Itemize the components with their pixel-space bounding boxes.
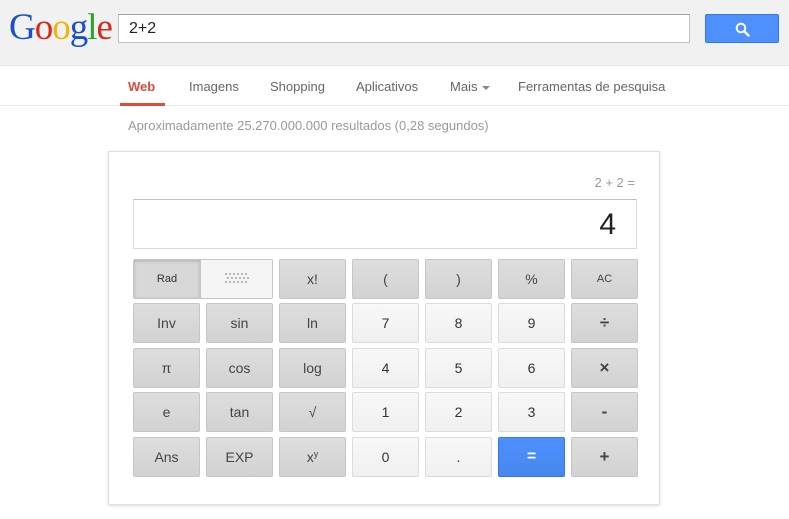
pi-button[interactable]: π xyxy=(133,348,200,388)
percent-button[interactable]: % xyxy=(498,259,565,299)
calculator-card: 2 + 2 = 4 Rad x! ( ) % AC Inv sin ln 7 8… xyxy=(108,151,660,505)
logo-letter: l xyxy=(87,7,97,48)
logo-letter: e xyxy=(96,7,113,48)
digit-8-button[interactable]: 8 xyxy=(425,303,492,343)
divide-button[interactable]: ÷ xyxy=(571,303,638,343)
search-nav: Web Imagens Shopping Aplicativos Mais Fe… xyxy=(0,66,789,106)
subtract-button[interactable]: - xyxy=(571,392,638,432)
nav-tab-web[interactable]: Web xyxy=(128,79,155,94)
exp-button[interactable]: EXP xyxy=(206,437,273,477)
log-button[interactable]: log xyxy=(279,348,346,388)
digit-3-button[interactable]: 3 xyxy=(498,392,565,432)
active-tab-indicator xyxy=(120,103,165,106)
nav-tab-apps[interactable]: Aplicativos xyxy=(356,79,418,94)
google-logo[interactable]: Google xyxy=(9,7,113,48)
cos-button[interactable]: cos xyxy=(206,348,273,388)
deg-mode-button[interactable] xyxy=(201,260,272,298)
factorial-button[interactable]: x! xyxy=(279,259,346,299)
decimal-button[interactable]: . xyxy=(425,437,492,477)
digit-5-button[interactable]: 5 xyxy=(425,348,492,388)
all-clear-button[interactable]: AC xyxy=(571,259,638,299)
angle-mode-toggle[interactable]: Rad xyxy=(133,259,273,299)
logo-letter: g xyxy=(69,7,88,48)
dotted-grid-icon xyxy=(224,273,249,283)
search-input[interactable]: 2+2 xyxy=(118,14,690,43)
digit-7-button[interactable]: 7 xyxy=(352,303,419,343)
nav-tab-shopping[interactable]: Shopping xyxy=(270,79,325,94)
rad-mode-button[interactable]: Rad xyxy=(134,260,201,298)
calculator-display: 4 xyxy=(133,199,637,249)
nav-tab-images[interactable]: Imagens xyxy=(189,79,239,94)
nav-tab-more[interactable]: Mais xyxy=(450,79,491,94)
answer-button[interactable]: Ans xyxy=(133,437,200,477)
header-bar: Google 2+2 xyxy=(0,0,789,66)
right-paren-button[interactable]: ) xyxy=(425,259,492,299)
calculator-expression: 2 + 2 = xyxy=(594,175,635,190)
digit-0-button[interactable]: 0 xyxy=(352,437,419,477)
search-button[interactable] xyxy=(705,14,779,43)
caret-down-icon xyxy=(482,85,491,90)
nav-search-tools[interactable]: Ferramentas de pesquisa xyxy=(518,79,665,94)
inverse-button[interactable]: Inv xyxy=(133,303,200,343)
power-base: x xyxy=(306,449,314,465)
euler-button[interactable]: e xyxy=(133,392,200,432)
power-exponent: y xyxy=(313,449,319,459)
tan-button[interactable]: tan xyxy=(206,392,273,432)
left-paren-button[interactable]: ( xyxy=(352,259,419,299)
sin-button[interactable]: sin xyxy=(206,303,273,343)
logo-letter: o xyxy=(52,7,70,48)
magnifier-icon xyxy=(735,22,750,37)
digit-4-button[interactable]: 4 xyxy=(352,348,419,388)
nav-tab-more-label: Mais xyxy=(450,79,478,94)
sqrt-button[interactable]: √ xyxy=(279,392,346,432)
result-stats: Aproximadamente 25.270.000.000 resultado… xyxy=(128,118,489,133)
digit-1-button[interactable]: 1 xyxy=(352,392,419,432)
equals-button[interactable]: = xyxy=(498,437,565,477)
search-input-value: 2+2 xyxy=(129,20,157,37)
digit-9-button[interactable]: 9 xyxy=(498,303,565,343)
logo-letter: o xyxy=(34,7,53,48)
ln-button[interactable]: ln xyxy=(279,303,346,343)
add-button[interactable]: + xyxy=(571,437,638,477)
multiply-button[interactable]: × xyxy=(571,348,638,388)
power-button[interactable]: xy xyxy=(279,437,346,477)
digit-2-button[interactable]: 2 xyxy=(425,392,492,432)
digit-6-button[interactable]: 6 xyxy=(498,348,565,388)
calculator-result: 4 xyxy=(599,208,616,241)
logo-letter: G xyxy=(9,7,36,48)
